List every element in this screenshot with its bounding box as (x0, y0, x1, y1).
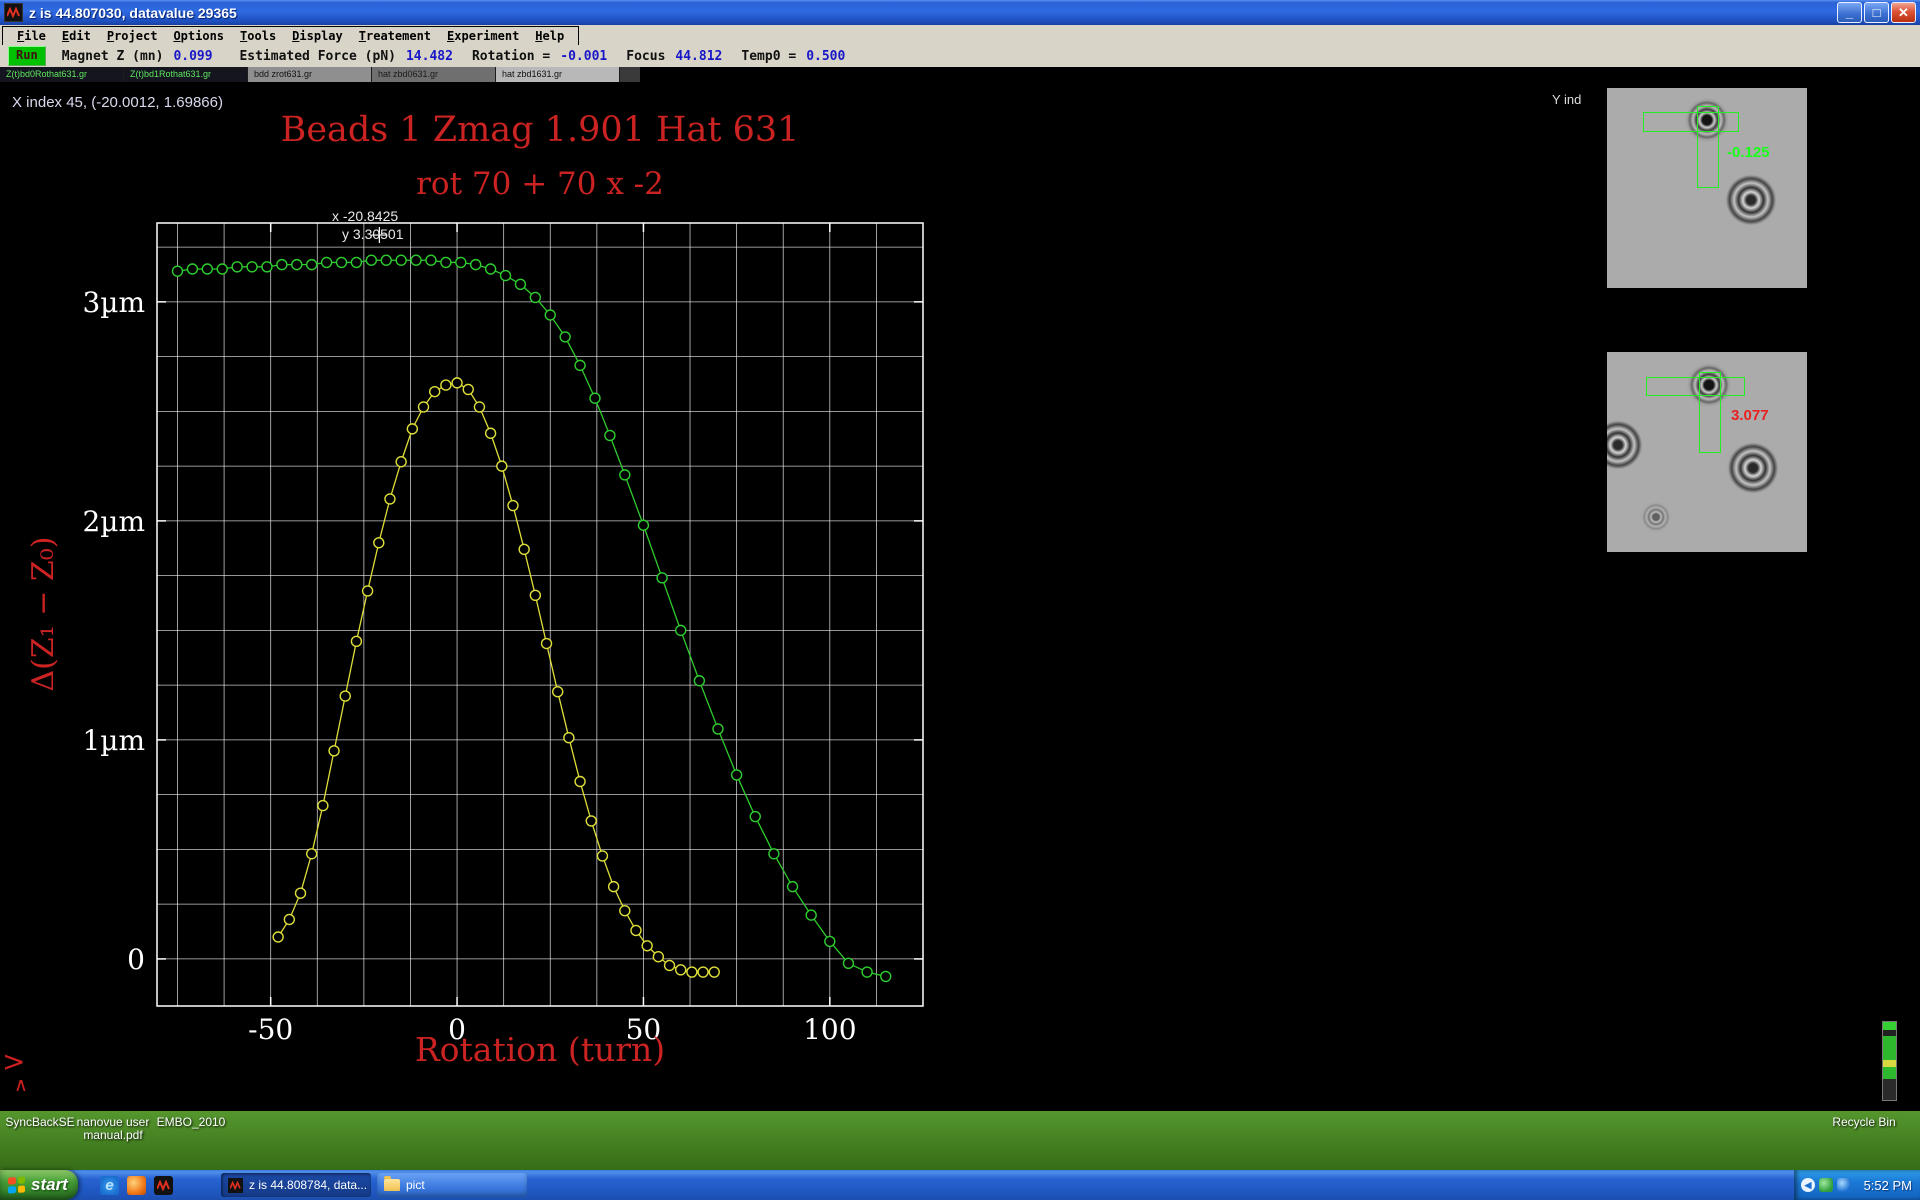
menu-file[interactable]: File (9, 29, 54, 43)
x-axis-label: Rotation (turn) (140, 1030, 940, 1069)
tracking-box-horizontal (1643, 112, 1739, 132)
app-icon (4, 3, 23, 22)
start-button-label: start (31, 1175, 68, 1195)
taskbar-button-label: z is 44.808784, data... (249, 1178, 367, 1192)
reference-bead (1725, 174, 1777, 226)
focus-label: Focus (626, 49, 665, 64)
menu-tools[interactable]: Tools (232, 29, 284, 43)
system-tray: ◀ 5:52 PM (1794, 1170, 1920, 1200)
tab-zt-bd1[interactable]: Z(t)bd1Rothat631.gr (124, 67, 248, 82)
gauge-segment (1883, 1022, 1896, 1030)
reference-bead (1727, 442, 1779, 494)
tray-status-icon[interactable] (1819, 1178, 1833, 1192)
firefox-icon[interactable] (127, 1176, 146, 1195)
estimated-force-value: 14.482 (406, 49, 460, 64)
rotation-label: Rotation = (472, 49, 550, 64)
desktop-screen: z is 44.807030, datavalue 29365 _ □ ✕ Fi… (0, 0, 1920, 1200)
magnet-z-label: Magnet Z (mn) (62, 49, 164, 64)
edge-bead (1607, 420, 1643, 470)
taskbar-clock[interactable]: 5:52 PM (1864, 1178, 1912, 1193)
bead-camera-view-1[interactable]: -0.125 (1607, 88, 1807, 288)
tab-hat-zbd0[interactable]: hat zbd0631.gr (372, 67, 496, 82)
menu-display[interactable]: Display (284, 29, 351, 43)
xvin-app-icon[interactable] (154, 1176, 173, 1195)
graph-tabstrip: Z(t)bd0Rothat631.gr Z(t)bd1Rothat631.gr … (0, 67, 640, 82)
windows-logo-icon (8, 1176, 25, 1193)
tracking-box-vertical (1697, 106, 1719, 188)
window-titlebar[interactable]: z is 44.807030, datavalue 29365 _ □ ✕ (0, 0, 1920, 25)
tab-bdd-zrot[interactable]: bdd zrot631.gr (248, 67, 372, 82)
gauge-segment (1883, 1036, 1896, 1060)
gauge-segment (1883, 1067, 1896, 1079)
faint-bead (1641, 502, 1671, 532)
menu-options[interactable]: Options (165, 29, 232, 43)
estimated-force-label: Estimated Force (pN) (239, 49, 396, 64)
desktop-icon-recycle-bin[interactable]: Recycle Bin (1822, 1116, 1906, 1129)
annotation-y-readout: y 3.30501 (342, 226, 404, 242)
svg-text:0: 0 (127, 943, 145, 976)
menu-group: File Edit Project Options Tools Display … (2, 26, 579, 46)
menu-edit[interactable]: Edit (54, 29, 99, 43)
tab-hat-zbd1[interactable]: hat zbd1631.gr (496, 67, 620, 82)
console-prompt: > (2, 1048, 25, 1076)
close-button[interactable]: ✕ (1891, 2, 1916, 23)
y-index-label: Y ind (1552, 92, 1604, 107)
annotation-x-readout: x -20.8425 (332, 208, 398, 224)
taskbar-button-xvin[interactable]: z is 44.808784, data... (221, 1173, 371, 1197)
magnet-z-value[interactable]: 0.099 (173, 49, 227, 64)
rotation-value[interactable]: -0.001 (560, 49, 614, 64)
tracking-box-vertical (1699, 372, 1721, 453)
svg-text:3µm: 3µm (82, 286, 145, 319)
desktop-icon-syncbackse[interactable]: SyncBackSE (4, 1116, 76, 1129)
window-title: z is 44.807030, datavalue 29365 (29, 5, 237, 21)
desktop-icon-embo2010[interactable]: EMBO_2010 (152, 1116, 230, 1129)
tab-zt-bd0[interactable]: Z(t)bd0Rothat631.gr (0, 67, 124, 82)
menubar: File Edit Project Options Tools Display … (0, 25, 1920, 45)
start-button[interactable]: start (0, 1170, 78, 1200)
tray-network-icon[interactable] (1837, 1178, 1851, 1192)
y-axis-label: Δ(Z₁ − Z₀) (26, 464, 66, 764)
folder-icon (384, 1179, 400, 1191)
temp0-label: Temp0 = (741, 49, 796, 64)
quick-launch: e (100, 1170, 173, 1200)
toolbar: Run Magnet Z (mn) 0.099 Estimated Force … (0, 45, 1920, 67)
bead1-z-value: -0.125 (1727, 144, 1770, 161)
internet-explorer-icon[interactable]: e (100, 1176, 119, 1195)
desktop-icon-nanovue-manual[interactable]: nanovue user manual.pdf (74, 1116, 152, 1142)
gauge-segment (1883, 1060, 1896, 1067)
menu-treatement[interactable]: Treatement (351, 29, 439, 43)
taskbar-button-pict[interactable]: pict (377, 1173, 527, 1197)
menu-project[interactable]: Project (99, 29, 166, 43)
run-button[interactable]: Run (8, 46, 46, 66)
bead2-z-value: 3.077 (1731, 407, 1769, 424)
focus-value[interactable]: 44.812 (675, 49, 729, 64)
chart-canvas[interactable]: -5005010001µm2µm3µm (40, 100, 960, 1080)
minimize-button[interactable]: _ (1837, 2, 1862, 23)
plot-workspace: X index 45, (-20.0012, 1.69866) Beads 1 … (0, 82, 1920, 1111)
window-controls: _ □ ✕ (1837, 2, 1916, 23)
temp0-value[interactable]: 0.500 (806, 49, 860, 64)
console-caret: ∧ (14, 1076, 28, 1095)
focus-gauge[interactable] (1882, 1021, 1897, 1101)
maximize-button[interactable]: □ (1864, 2, 1889, 23)
hide-icons-chevron-icon[interactable]: ◀ (1801, 1178, 1815, 1192)
taskbar: start e z is 44.808784, data... pict ◀ 5… (0, 1170, 1920, 1200)
xvin-app-icon (228, 1178, 243, 1193)
taskbar-button-label: pict (406, 1178, 425, 1192)
svg-text:2µm: 2µm (82, 505, 145, 538)
menu-experiment[interactable]: Experiment (439, 29, 527, 43)
bead-camera-view-2[interactable]: 3.077 (1607, 352, 1807, 552)
menu-help[interactable]: Help (527, 29, 572, 43)
svg-text:1µm: 1µm (82, 724, 145, 757)
desktop-background: SyncBackSE nanovue user manual.pdf EMBO_… (0, 1111, 1920, 1170)
tracking-box-horizontal (1646, 377, 1745, 396)
